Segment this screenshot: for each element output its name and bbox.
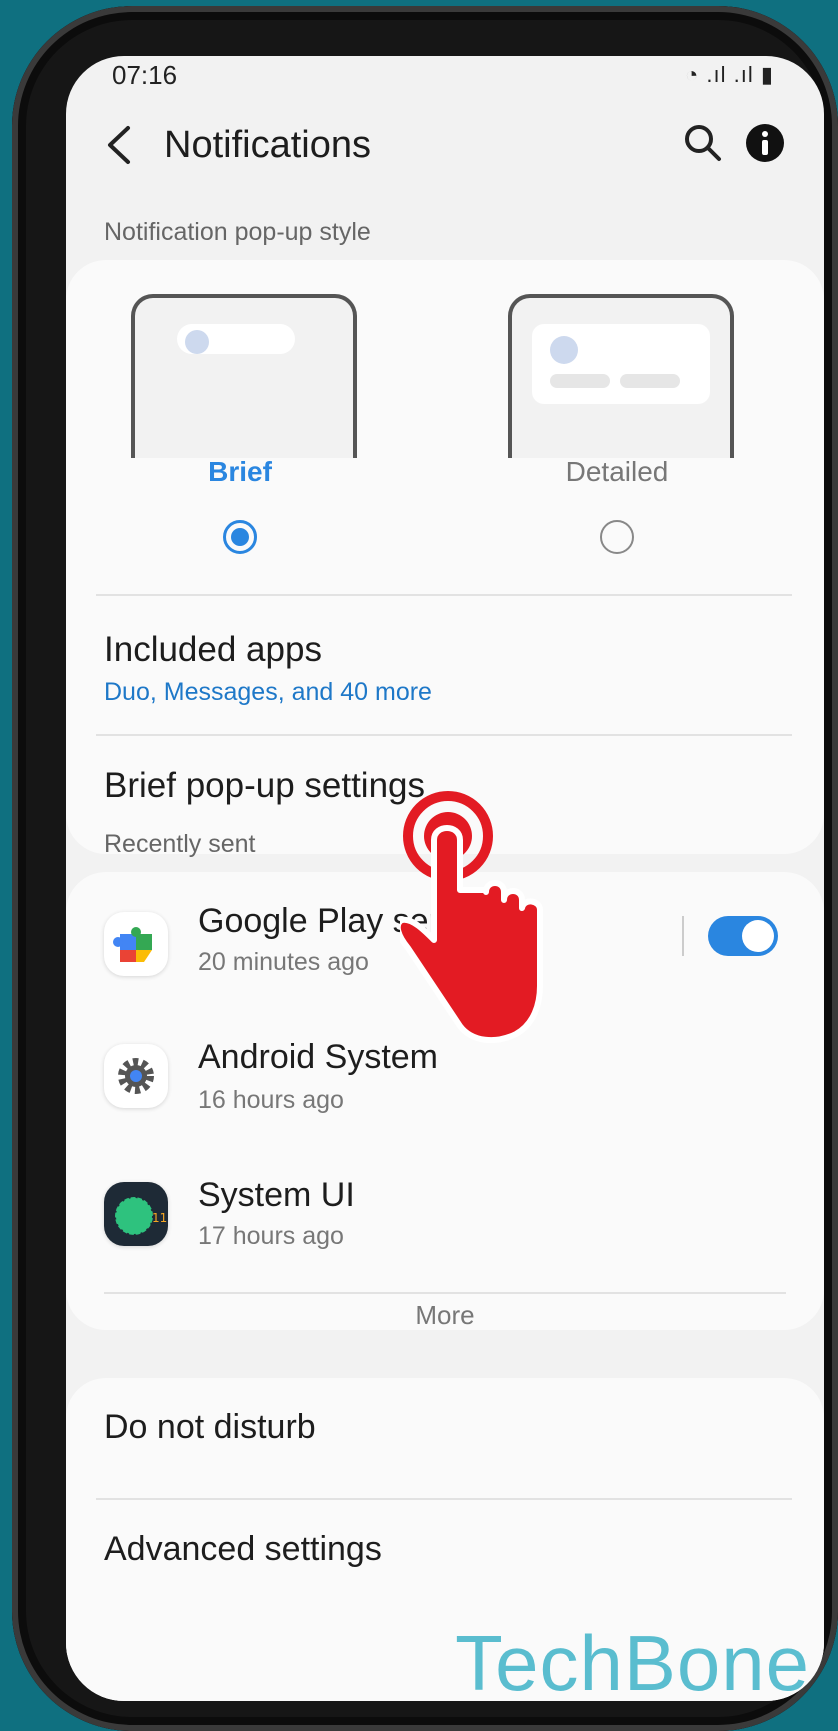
page-title: Notifications [164, 124, 371, 166]
app-time: 20 minutes ago [198, 948, 369, 976]
advanced-settings-title: Advanced settings [104, 1530, 382, 1568]
more-button[interactable]: More [66, 1300, 824, 1331]
included-apps-title: Included apps [104, 630, 322, 669]
included-apps-row[interactable]: Included apps Duo, Messages, and 40 more [66, 596, 824, 734]
recently-sent-label: Recently sent [104, 830, 256, 858]
status-icons: ◔ .ıl .ıl ▮ [685, 62, 774, 87]
app-row-system-ui[interactable]: 11 System UI 17 hours ago [66, 1146, 824, 1282]
system-ui-icon: 11 [104, 1182, 168, 1246]
search-icon[interactable] [680, 120, 726, 166]
included-apps-subtitle: Duo, Messages, and 40 more [104, 678, 432, 706]
detailed-preview[interactable] [508, 294, 734, 458]
detailed-option-label: Detailed [565, 456, 669, 487]
advanced-settings-row[interactable]: Advanced settings [66, 1500, 824, 1620]
popup-style-label: Notification pop-up style [104, 218, 371, 246]
google-play-services-icon [104, 912, 168, 976]
app-time: 17 hours ago [198, 1222, 344, 1250]
detailed-radio[interactable] [600, 520, 634, 554]
toggle-separator [682, 916, 684, 956]
google-play-services-toggle[interactable] [708, 916, 778, 956]
tap-hand-icon [394, 790, 550, 1050]
brief-radio[interactable] [223, 520, 257, 554]
app-time: 16 hours ago [198, 1086, 344, 1114]
brief-option-label: Brief [208, 456, 272, 487]
app-name: System UI [198, 1176, 355, 1214]
brief-preview[interactable] [131, 294, 357, 458]
do-not-disturb-row[interactable]: Do not disturb [66, 1378, 824, 1498]
back-arrow-icon[interactable] [100, 120, 140, 170]
popup-style-card: Brief Detailed Included apps Duo, Messag… [66, 260, 824, 854]
info-icon[interactable] [742, 120, 788, 166]
phone-frame: 07:16 ◔ .ıl .ıl ▮ Notifications Notifica… [12, 6, 838, 1731]
status-time: 07:16 [112, 60, 178, 90]
brief-popup-settings-title: Brief pop-up settings [104, 766, 426, 805]
do-not-disturb-title: Do not disturb [104, 1408, 316, 1446]
divider [104, 1292, 786, 1294]
watermark-logo: TechBone [455, 1619, 810, 1701]
svg-text:11: 11 [152, 1211, 167, 1225]
android-system-gear-icon [104, 1044, 168, 1108]
